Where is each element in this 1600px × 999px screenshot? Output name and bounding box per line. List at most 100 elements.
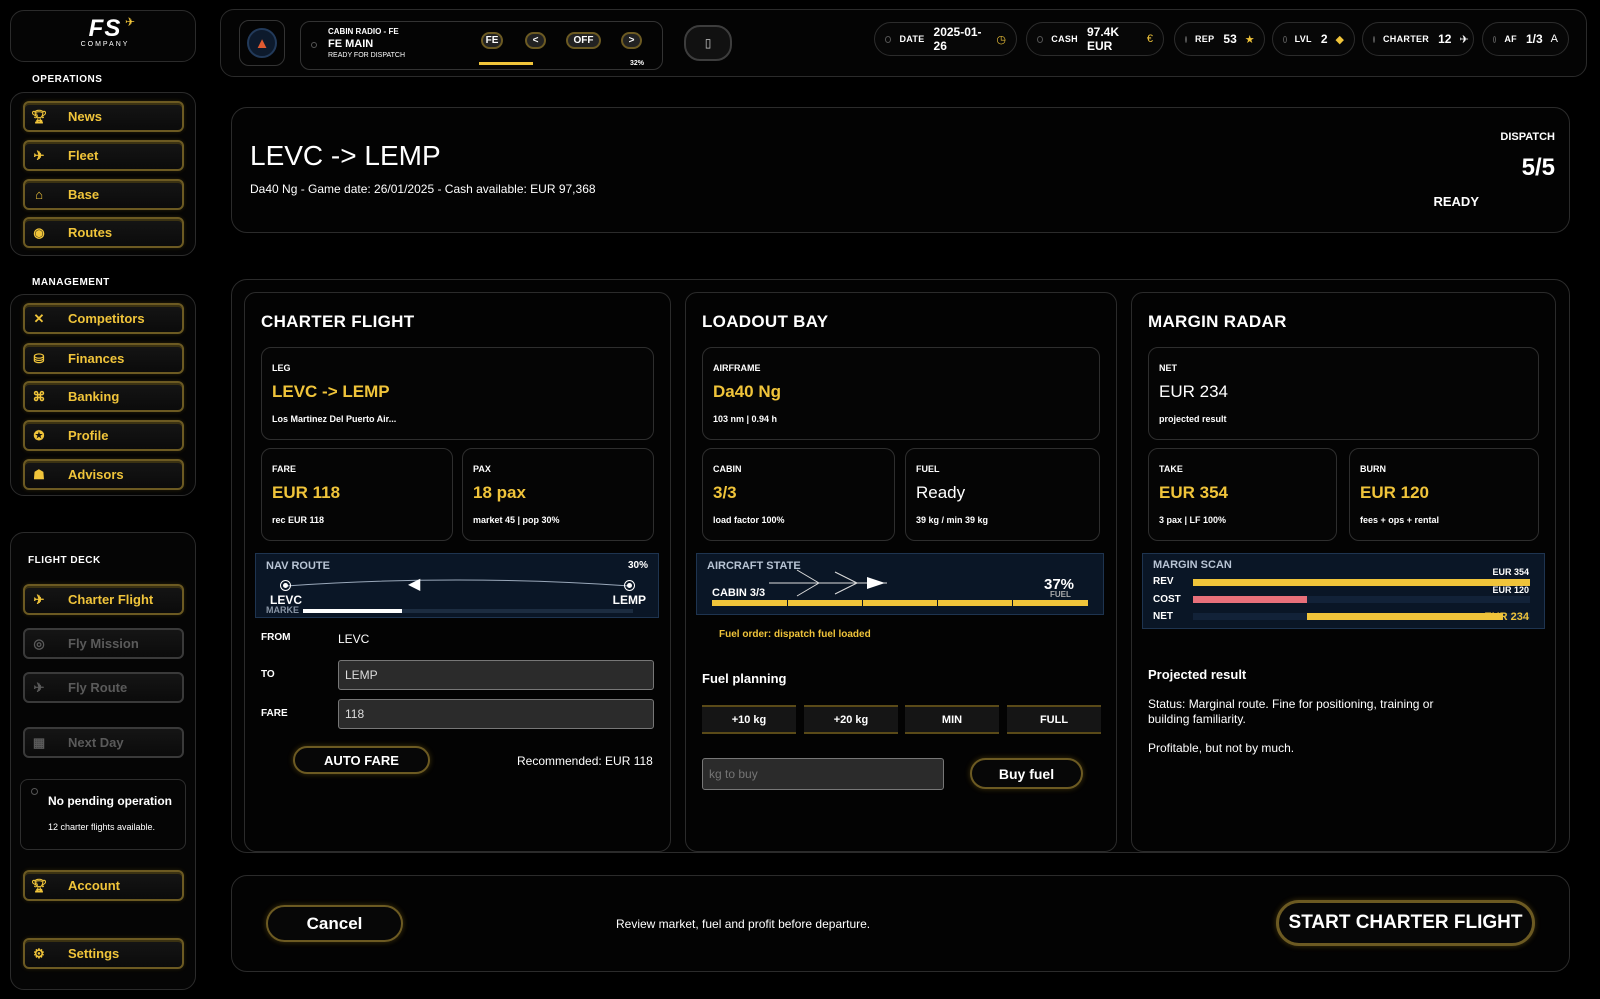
leg-card: LEG LEVC -> LEMP Los Martinez Del Puerto…	[261, 347, 654, 440]
radio-prev-button[interactable]: <	[525, 32, 546, 49]
nav-settings[interactable]: ⚙ Settings	[23, 938, 184, 969]
radio-progress-fill	[479, 62, 534, 65]
net-card: NET EUR 234 projected result	[1148, 347, 1539, 440]
dot-icon	[885, 35, 892, 43]
nav-next-day[interactable]: ▦ Next Day	[23, 727, 184, 758]
dot-icon	[1283, 35, 1287, 43]
radio-off-button[interactable]: OFF	[566, 32, 601, 49]
pax-card: PAX 18 pax market 45 | pop 30%	[462, 448, 654, 541]
from-label: FROM	[261, 632, 291, 643]
nav-label: Fleet	[68, 148, 99, 163]
pending-box: No pending operation 12 charter flights …	[20, 779, 186, 850]
net-value: EUR 234	[1484, 611, 1529, 623]
fare-input[interactable]	[338, 699, 654, 729]
nav-base[interactable]: ⌂ Base	[23, 179, 184, 210]
nav-routes[interactable]: ◉ Routes	[23, 217, 184, 248]
nav-news[interactable]: 🏆︎ News	[23, 101, 184, 132]
card-sub: 3 pax | LF 100%	[1159, 515, 1227, 525]
nav-finances[interactable]: ⛁ Finances	[23, 343, 184, 374]
advisor-icon: ☗	[33, 466, 45, 482]
compass-icon[interactable]: ▲	[239, 20, 285, 66]
card-value: LEVC -> LEMP	[272, 382, 390, 401]
card-key: NET	[1159, 363, 1177, 373]
header-panel: LEVC -> LEMP Da40 Ng - Game date: 26/01/…	[231, 107, 1570, 233]
radio-fe-button[interactable]: FE	[481, 32, 503, 49]
clock-icon: ◷	[996, 33, 1006, 46]
pending-sub: 12 charter flights available.	[48, 822, 156, 832]
nav-advisors[interactable]: ☗ Advisors	[23, 459, 184, 490]
nav-fly-route[interactable]: ✈ Fly Route	[23, 672, 184, 703]
card-sub: 103 nm | 0.94 h	[713, 414, 778, 424]
fuel-tag: FUEL	[1050, 590, 1071, 599]
stat-value: 12	[1438, 32, 1452, 46]
card-sub: projected result	[1159, 414, 1227, 424]
stat-charter: CHARTER 12 ✈	[1362, 22, 1474, 56]
nav-label: Advisors	[68, 467, 124, 482]
nav-progress-fill	[303, 609, 402, 613]
loadout-title: LOADOUT BAY	[702, 312, 829, 331]
fuel-min-button[interactable]: MIN	[905, 705, 999, 734]
origin-waypoint-icon	[280, 580, 291, 591]
buy-fuel-button[interactable]: Buy fuel	[970, 758, 1083, 789]
card-value: 18 pax	[473, 483, 526, 502]
cabin-card: CABIN 3/3 load factor 100%	[702, 448, 895, 541]
nav-fly-mission[interactable]: ◎ Fly Mission	[23, 628, 184, 659]
cancel-button[interactable]: Cancel	[266, 905, 403, 942]
stat-af: AF 1/3 A	[1482, 22, 1569, 56]
dispatch-value: 5/5	[1521, 154, 1555, 181]
nav-fleet[interactable]: ✈ Fleet	[23, 140, 184, 171]
phone-button[interactable]: ▯	[684, 25, 732, 61]
radio-dot-icon	[311, 42, 317, 48]
trophy-icon: 🏆︎	[30, 877, 48, 893]
plane-icon: ✈	[33, 591, 45, 607]
radio-next-button[interactable]: >	[621, 32, 642, 49]
card-sub: Los Martinez Del Puerto Air...	[272, 414, 397, 424]
coins-icon: ⛁	[33, 350, 45, 366]
nav-to: LEMP	[612, 593, 646, 607]
nav-banking[interactable]: ⌘ Banking	[23, 381, 184, 412]
page-title: LEVC -> LEMP	[250, 140, 441, 171]
stat-value: 53	[1223, 32, 1237, 46]
nav-competitors[interactable]: ✕ Competitors	[23, 303, 184, 334]
logo-panel: FS COMPANY ✈	[10, 10, 196, 62]
nav-charter-flight[interactable]: ✈ Charter Flight	[23, 584, 184, 615]
pending-title: No pending operation	[48, 794, 172, 808]
flightdeck-heading: FLIGHT DECK	[28, 555, 101, 566]
stat-key: REP	[1195, 34, 1215, 44]
stat-cash: CASH 97.4K EUR €	[1026, 22, 1164, 56]
stat-key: CASH	[1051, 34, 1078, 44]
plane-icon: ✈	[1459, 33, 1469, 46]
charter-title: CHARTER FLIGHT	[261, 312, 415, 331]
fuel-plus10-button[interactable]: +10 kg	[702, 705, 796, 734]
fuel-gauge	[712, 600, 1088, 606]
card-key: FARE	[272, 464, 297, 474]
fuel-full-button[interactable]: FULL	[1007, 705, 1101, 734]
radio-percent: 32%	[630, 60, 645, 67]
net-track	[1193, 613, 1530, 620]
phone-icon: ▯	[704, 36, 712, 50]
cost-track	[1193, 596, 1530, 603]
card-sub: load factor 100%	[713, 515, 785, 525]
nav-label: Banking	[68, 389, 120, 404]
stat-key: DATE	[899, 34, 925, 44]
dispatch-status: READY	[1433, 194, 1479, 209]
card-value: Ready	[916, 483, 966, 502]
to-input[interactable]	[338, 660, 654, 690]
net-bar	[1307, 613, 1504, 620]
nav-account[interactable]: 🏆︎ Account	[23, 870, 184, 901]
nav-label: Fly Mission	[68, 636, 139, 651]
card-value: EUR 118	[272, 483, 341, 502]
diamond-icon: ◆	[1335, 33, 1344, 46]
start-charter-flight-button[interactable]: START CHARTER FLIGHT	[1276, 900, 1535, 946]
fuel-card: FUEL Ready 39 kg / min 39 kg	[905, 448, 1100, 541]
fuel-plus20-button[interactable]: +20 kg	[804, 705, 898, 734]
nav-profile[interactable]: ✪ Profile	[23, 420, 184, 451]
card-key: FUEL	[916, 464, 940, 474]
fare-card: FARE EUR 118 rec EUR 118	[261, 448, 453, 541]
calendar-icon: ▦	[32, 734, 46, 750]
fuel-order-text: Fuel order: dispatch fuel loaded	[719, 629, 871, 640]
dest-waypoint-icon	[624, 580, 635, 591]
kg-to-buy-input[interactable]	[702, 758, 944, 790]
auto-fare-button[interactable]: AUTO FARE	[293, 746, 430, 774]
card-value: Da40 Ng	[713, 382, 782, 401]
